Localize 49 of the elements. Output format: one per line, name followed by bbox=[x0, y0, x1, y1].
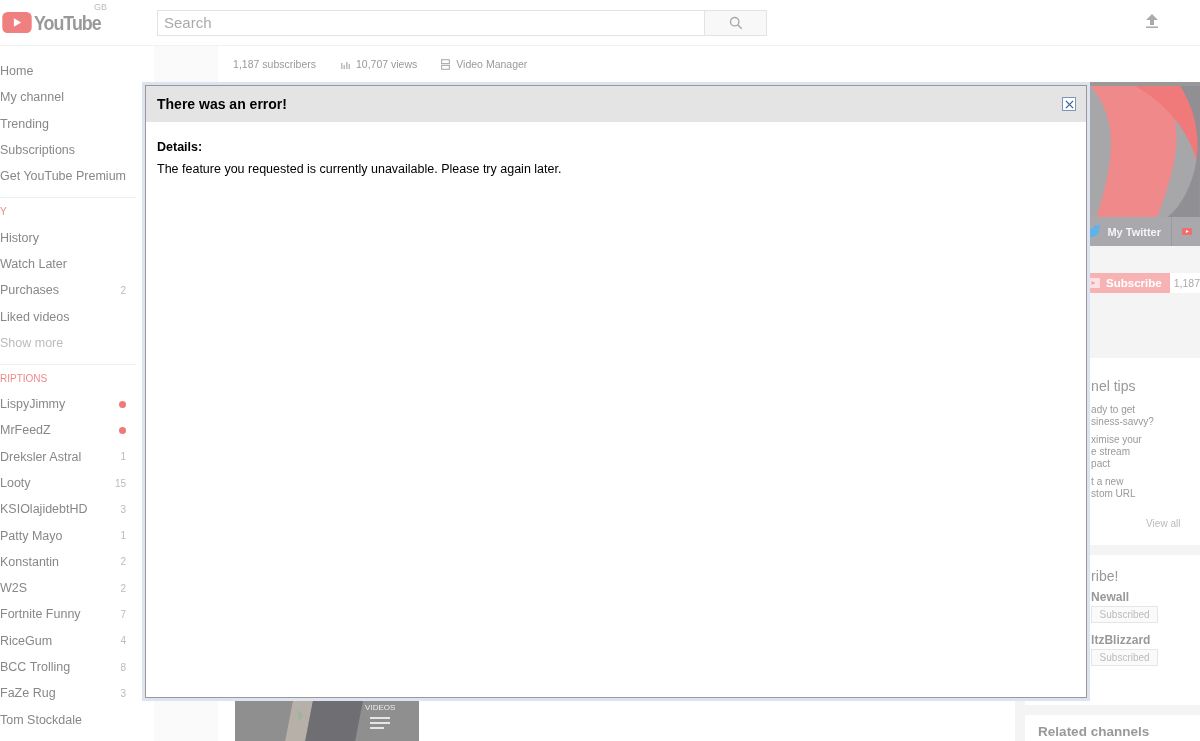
details-label: Details: bbox=[157, 140, 204, 154]
upload-icon[interactable] bbox=[1144, 13, 1160, 29]
stat-link[interactable]: 1,187 subscribers bbox=[233, 58, 316, 70]
card-title: nel tips bbox=[1091, 378, 1137, 394]
card-title: ribe! bbox=[1091, 568, 1120, 584]
sidebar-item[interactable]: MrFeedZ bbox=[0, 417, 154, 444]
count-label: 4 bbox=[120, 635, 126, 647]
sidebar-item[interactable]: Home bbox=[0, 58, 154, 85]
close-button[interactable] bbox=[1062, 97, 1076, 111]
count-label: 1 bbox=[120, 451, 126, 463]
tip-link[interactable]: t a new stom URL bbox=[1091, 476, 1200, 500]
sidebar-item[interactable]: Tom Stockdale bbox=[0, 706, 154, 733]
count-label: 3 bbox=[120, 687, 126, 699]
sidebar-item[interactable]: LispyJimmy bbox=[0, 390, 154, 418]
search-icon bbox=[728, 15, 743, 30]
dialog-title: There was an error! bbox=[157, 96, 287, 112]
tip-link[interactable]: ady to get siness-savvy? bbox=[1091, 404, 1200, 428]
count-label: 7 bbox=[120, 609, 126, 620]
section-heading: Y bbox=[0, 205, 8, 220]
search-button[interactable] bbox=[705, 9, 767, 36]
logo-text[interactable]: YouTube bbox=[34, 10, 101, 35]
view-all-link[interactable]: View all bbox=[1091, 518, 1200, 529]
video-manager-icon bbox=[441, 58, 451, 70]
count-label: 2 bbox=[120, 556, 126, 568]
videos-label: VIDEOS bbox=[365, 703, 396, 712]
subscribed-button[interactable]: Subscribed bbox=[1091, 649, 1159, 666]
subscribed-button[interactable]: Subscribed bbox=[1091, 606, 1159, 623]
card-title: Related channels bbox=[1038, 724, 1151, 739]
channel-name[interactable]: ltzBlizzard bbox=[1091, 633, 1200, 647]
playlist-icon bbox=[370, 717, 391, 731]
count-label: 8 bbox=[120, 661, 126, 673]
tip-link[interactable]: ximise your e stream pact bbox=[1091, 434, 1200, 470]
stat-link[interactable]: 10,707 views bbox=[340, 58, 418, 70]
bar-chart-icon bbox=[340, 59, 350, 69]
error-message: The feature you requested is currently unavailable. Please try again later. bbox=[157, 162, 563, 176]
count-label: 1 bbox=[120, 530, 126, 542]
count-label: 15 bbox=[114, 477, 126, 489]
close-icon bbox=[1064, 99, 1074, 109]
count-label: 2 bbox=[120, 284, 126, 296]
count-label: 2 bbox=[120, 582, 126, 594]
play-icon bbox=[1182, 227, 1192, 236]
stat-link[interactable]: Video Manager bbox=[441, 58, 528, 70]
section-heading: RIPTIONS bbox=[0, 371, 49, 386]
count-label: 3 bbox=[120, 503, 126, 515]
search-field[interactable]: Search bbox=[157, 9, 705, 36]
channel-name[interactable]: Newall bbox=[1091, 590, 1200, 604]
subscriber-count: 1,187 bbox=[1169, 273, 1200, 293]
play-logo-icon[interactable] bbox=[2, 12, 32, 33]
region-label: GB bbox=[94, 1, 107, 12]
